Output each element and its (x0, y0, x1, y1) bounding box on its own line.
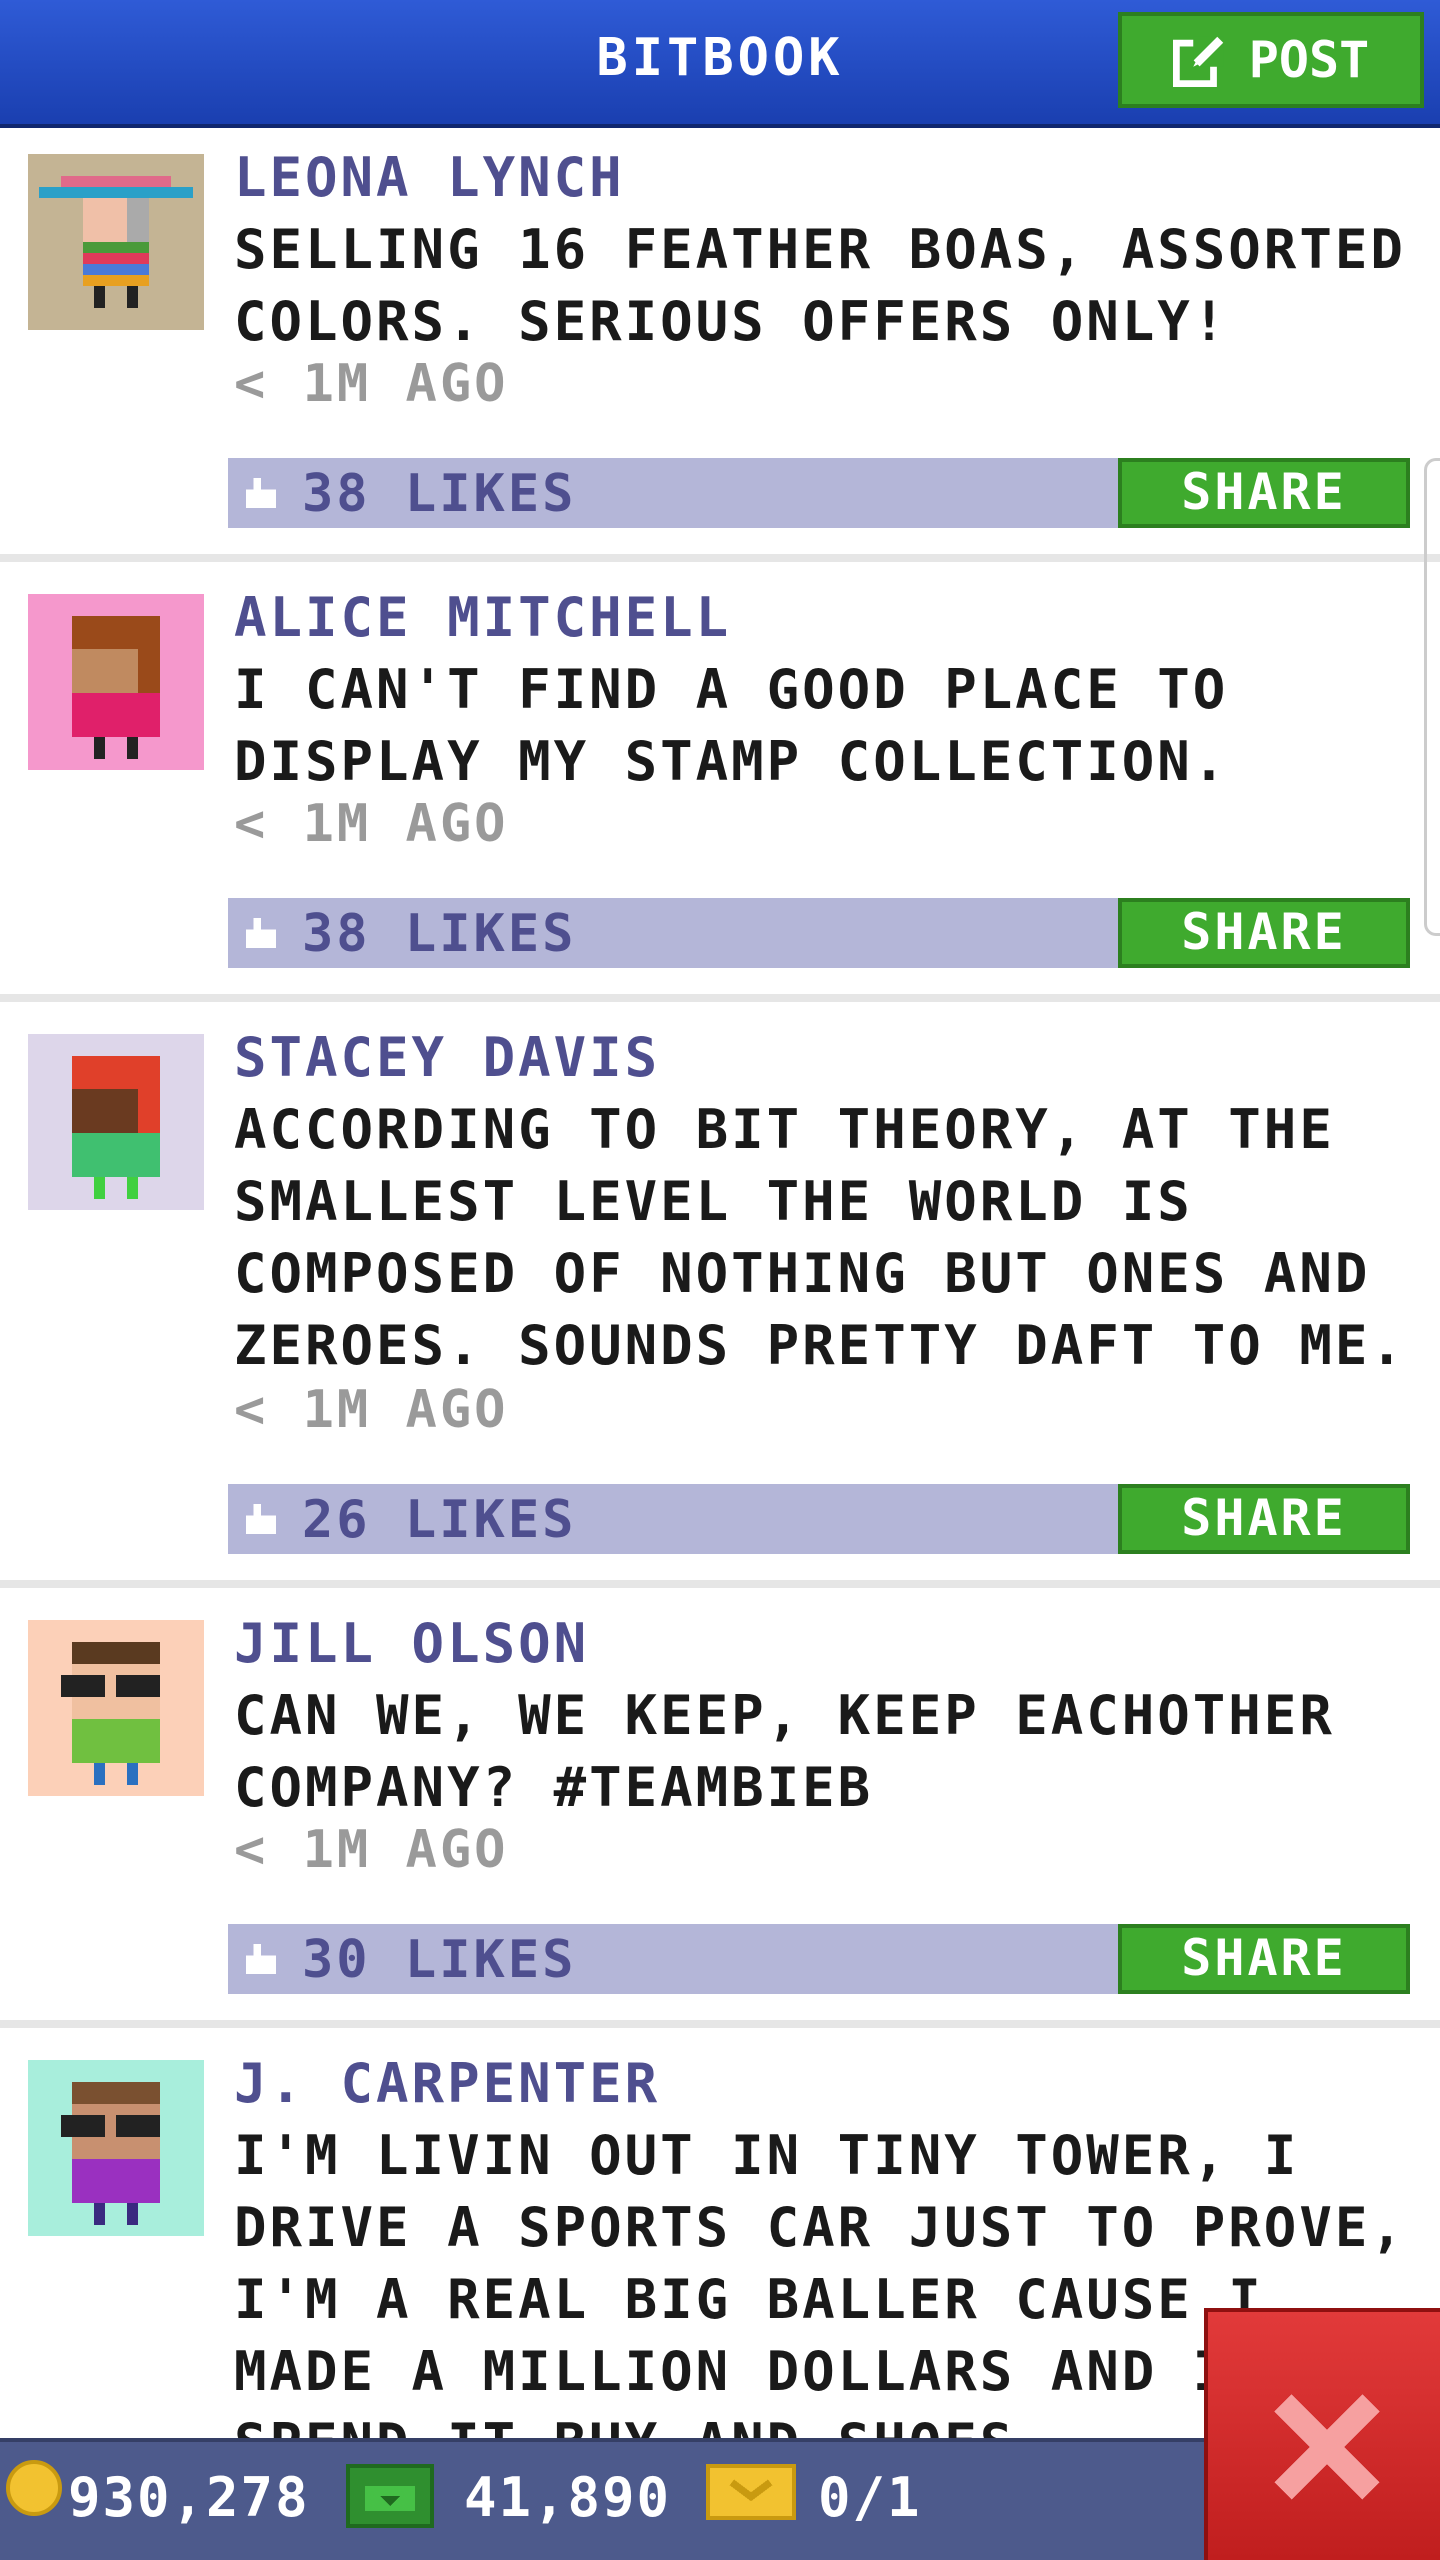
feed-list[interactable]: LEONA LYNCH SELLING 16 FEATHER BOAS, ASS… (0, 128, 1440, 2438)
post-author[interactable]: J. CARPENTER (234, 2052, 660, 2115)
scrollbar[interactable] (1424, 458, 1440, 936)
thumbs-up-icon[interactable] (246, 1504, 276, 1534)
thumbs-up-icon[interactable] (246, 1944, 276, 1974)
edit-icon (1172, 33, 1227, 87)
ticket-icon (706, 2464, 796, 2520)
post-author[interactable]: STACEY DAVIS (234, 1026, 660, 1089)
share-button[interactable]: SHARE (1118, 1484, 1410, 1554)
avatar[interactable] (28, 594, 204, 770)
post-author[interactable]: LEONA LYNCH (234, 146, 625, 209)
close-icon (1274, 2394, 1380, 2500)
avatar[interactable] (28, 2060, 204, 2236)
post-message: I CAN'T FIND A GOOD PLACE TO DISPLAY MY … (234, 658, 1229, 793)
post-time: < 1M AGO (234, 1820, 509, 1880)
post-author[interactable]: ALICE MITCHELL (234, 586, 731, 649)
post-author[interactable]: JILL OLSON (234, 1612, 589, 1675)
post-message: SELLING 16 FEATHER BOAS, ASSORTED COLORS… (234, 218, 1406, 353)
likes-count: 38 LIKES (302, 464, 577, 524)
post-message: ACCORDING TO BIT THEORY, AT THE SMALLEST… (234, 1098, 1406, 1377)
ticket-count: 0/1 (818, 2466, 922, 2529)
likes-bar: 38 LIKES SHARE (228, 458, 1410, 528)
feed-post: LEONA LYNCH SELLING 16 FEATHER BOAS, ASS… (0, 128, 1440, 562)
post-button[interactable]: POST (1118, 12, 1424, 108)
avatar[interactable] (28, 154, 204, 330)
feed-post: STACEY DAVIS ACCORDING TO BIT THEORY, AT… (0, 1008, 1440, 1588)
likes-count: 38 LIKES (302, 904, 577, 964)
thumbs-up-icon[interactable] (246, 478, 276, 508)
close-button[interactable] (1204, 2308, 1440, 2560)
likes-bar: 38 LIKES SHARE (228, 898, 1410, 968)
coin-icon (6, 2460, 62, 2516)
post-time: < 1M AGO (234, 354, 509, 414)
post-time: < 1M AGO (234, 794, 509, 854)
coin-count: 930,278 (68, 2466, 310, 2529)
likes-count: 30 LIKES (302, 1930, 577, 1990)
bux-count: 41,890 (464, 2466, 672, 2529)
cash-icon (346, 2464, 434, 2528)
app-header: BITBOOK POST (0, 0, 1440, 128)
avatar[interactable] (28, 1620, 204, 1796)
share-button[interactable]: SHARE (1118, 458, 1410, 528)
likes-count: 26 LIKES (302, 1490, 577, 1550)
avatar[interactable] (28, 1034, 204, 1210)
share-button[interactable]: SHARE (1118, 898, 1410, 968)
post-time: < 1M AGO (234, 1380, 509, 1440)
feed-post: JILL OLSON CAN WE, WE KEEP, KEEP EACHOTH… (0, 1594, 1440, 2028)
feed-post: ALICE MITCHELL I CAN'T FIND A GOOD PLACE… (0, 568, 1440, 1002)
share-button[interactable]: SHARE (1118, 1924, 1410, 1994)
likes-bar: 30 LIKES SHARE (228, 1924, 1410, 1994)
post-button-label: POST (1248, 31, 1370, 89)
post-message: CAN WE, WE KEEP, KEEP EACHOTHER COMPANY?… (234, 1684, 1335, 1819)
thumbs-up-icon[interactable] (246, 918, 276, 948)
likes-bar: 26 LIKES SHARE (228, 1484, 1410, 1554)
